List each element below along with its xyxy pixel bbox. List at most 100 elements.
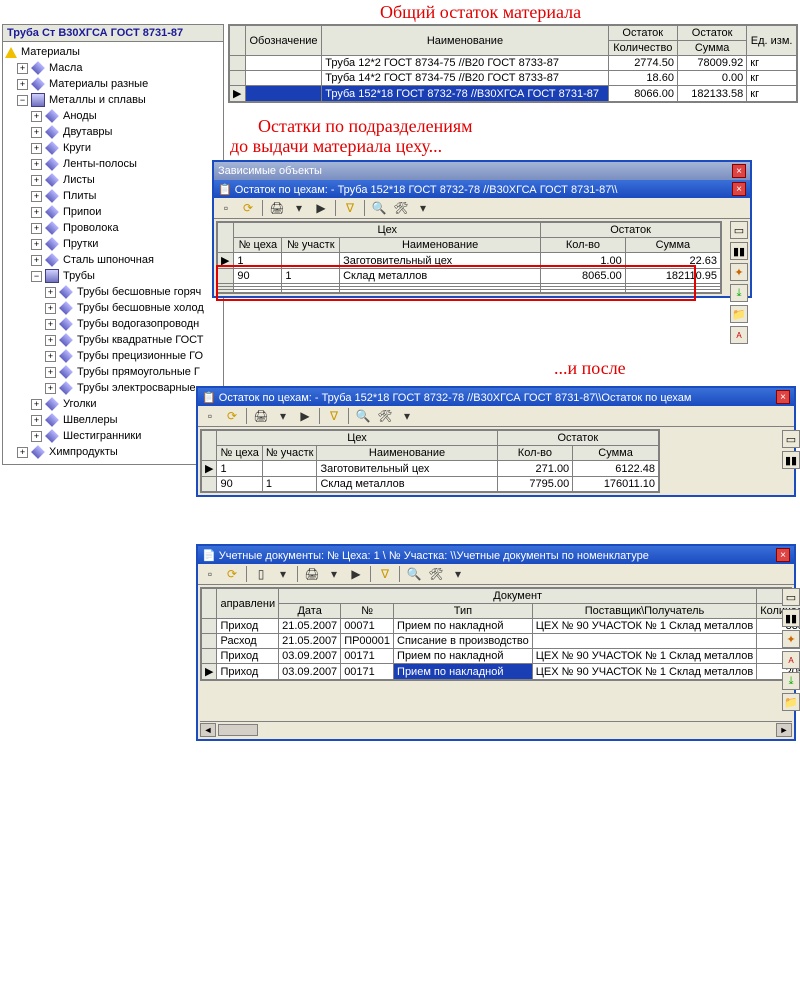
tools-icon[interactable]: 🛠 [393,200,409,216]
close-icon[interactable]: × [732,164,746,178]
dropdown-icon[interactable]: ▾ [450,566,466,582]
tree-item[interactable]: +Шестигранники [3,428,223,444]
tree-item[interactable]: +Трубы прямоугольные Г [3,364,223,380]
abc-icon[interactable]: A [730,326,748,344]
card-icon[interactable]: ▭ [730,221,748,239]
tree-item[interactable]: +Проволока [3,220,223,236]
dept-grid-after[interactable]: Цех Остаток № цеха № участк Наименование… [200,429,660,493]
xml-icon[interactable]: ✦ [730,263,748,281]
col-qty[interactable]: Количество [608,41,677,56]
refresh-icon[interactable]: ⟳ [240,200,256,216]
tree-item[interactable]: +Круги [3,140,223,156]
tree-item[interactable]: +Сталь шпоночная [3,252,223,268]
dropdown-icon[interactable]: ▾ [291,200,307,216]
nav-icon[interactable]: ▫ [202,566,218,582]
tree-item[interactable]: +Швеллеры [3,412,223,428]
barcode-icon[interactable]: ▮▮ [782,609,800,627]
scroll-thumb[interactable] [218,724,258,736]
dropdown-icon[interactable]: ▾ [415,200,431,216]
materials-tree[interactable]: Материалы +Масла +Материалы разные −Мета… [3,42,223,464]
tree-item[interactable]: +Аноды [3,108,223,124]
tree-item[interactable]: +Химпродукты [3,444,223,460]
close-icon[interactable]: × [776,548,790,562]
tree-item-metals[interactable]: −Металлы и сплавы [3,92,223,108]
col-sum[interactable]: Сумма [677,41,746,56]
tools-icon[interactable]: 🛠 [377,408,393,424]
tools-icon[interactable]: 🛠 [428,566,444,582]
nav-icon[interactable]: ▫ [202,408,218,424]
table-row-selected[interactable]: ▶ Труба 152*18 ГОСТ 8732-78 //В30ХГСА ГО… [230,86,797,102]
barcode-icon[interactable]: ▮▮ [782,451,800,469]
filter-icon[interactable]: ∇ [326,408,342,424]
tree-item[interactable]: +Трубы водогазопроводн [3,316,223,332]
print-icon[interactable]: 🖨 [304,566,320,582]
abc-icon[interactable]: A [782,651,800,669]
col-stock[interactable]: Остаток [608,26,677,41]
export-icon[interactable]: ⤓ [730,284,748,302]
tree-root[interactable]: Материалы [3,44,223,60]
table-row[interactable]: Приход 03.09.2007 00171 Прием по накладн… [202,649,800,664]
export-icon[interactable]: ⤓ [782,672,800,690]
table-row[interactable]: Труба 12*2 ГОСТ 8734-75 //В20 ГОСТ 8733-… [230,56,797,71]
scroll-right-icon[interactable]: ► [776,723,792,737]
tree-item[interactable]: +Уголки [3,396,223,412]
tree-item[interactable]: +Трубы электросварные [3,380,223,396]
play-icon[interactable]: ▶ [297,408,313,424]
binoculars-icon[interactable]: 🔍 [371,200,387,216]
table-row[interactable]: Расход 21.05.2007 ПР00001 Списание в про… [202,634,800,649]
xml-icon[interactable]: ✦ [782,630,800,648]
folder-icon[interactable]: 📁 [782,693,800,711]
nav-icon[interactable]: ▫ [218,200,234,216]
barcode-icon[interactable]: ▮▮ [730,242,748,260]
print-icon[interactable]: 🖨 [253,408,269,424]
table-row[interactable]: ▶ 1 Заготовительный цех 271.00 6122.48 [202,461,659,477]
tree-item[interactable]: +Масла [3,60,223,76]
filter-icon[interactable]: ∇ [377,566,393,582]
dropdown-icon[interactable]: ▾ [326,566,342,582]
table-row[interactable]: ▶ Приход 03.09.2007 00171 Прием по накла… [202,664,800,680]
tree-item[interactable]: +Прутки [3,236,223,252]
col-unit[interactable]: Ед. изм. [747,26,797,56]
dropdown-icon[interactable]: ▾ [399,408,415,424]
tree-item[interactable]: +Листы [3,172,223,188]
filter-icon[interactable]: ∇ [342,200,358,216]
stock-grid[interactable]: Обозначение Наименование Остаток Остаток… [228,24,798,103]
close-icon[interactable]: × [732,182,746,196]
binoculars-icon[interactable]: 🔍 [355,408,371,424]
win-title[interactable]: 📄 Учетные документы: № Цеха: 1 \ № Участ… [198,546,794,564]
card-icon[interactable]: ▭ [782,588,800,606]
docs-grid[interactable]: аправлени Документ Приход Дата № Тип Пос… [200,587,792,681]
win-title-inner[interactable]: 📋 Остаток по цехам: - Труба 152*18 ГОСТ … [214,180,750,198]
dropdown-icon[interactable]: ▾ [275,566,291,582]
play-icon[interactable]: ▶ [313,200,329,216]
tree-item-pipes[interactable]: −Трубы [3,268,223,284]
doc-icon[interactable]: ▯ [253,566,269,582]
tree-item[interactable]: +Трубы прецизионные ГО [3,348,223,364]
tree-item[interactable]: +Двутавры [3,124,223,140]
card-icon[interactable]: ▭ [782,430,800,448]
table-row[interactable]: 90 1 Склад металлов 7795.00 176011.10 [202,477,659,492]
tree-item[interactable]: +Плиты [3,188,223,204]
horizontal-scrollbar[interactable]: ◄ ► [200,721,792,737]
dropdown-icon[interactable]: ▾ [275,408,291,424]
win-title[interactable]: 📋 Остаток по цехам: - Труба 152*18 ГОСТ … [198,388,794,406]
tree-item[interactable]: +Трубы квадратные ГОСТ [3,332,223,348]
play-icon[interactable]: ▶ [348,566,364,582]
tree-item[interactable]: +Трубы бесшовные холод [3,300,223,316]
dept-grid[interactable]: Цех Остаток № цеха № участк Наименование… [216,221,722,294]
refresh-icon[interactable]: ⟳ [224,408,240,424]
scroll-left-icon[interactable]: ◄ [200,723,216,737]
col-designation[interactable]: Обозначение [245,26,322,56]
win-title-outer[interactable]: Зависимые объекты × [214,162,750,180]
print-icon[interactable]: 🖨 [269,200,285,216]
tree-item[interactable]: +Ленты-полосы [3,156,223,172]
col-stock[interactable]: Остаток [677,26,746,41]
table-row[interactable]: 90 1 Склад металлов 8065.00 182110.95 [218,269,721,284]
folder-icon[interactable]: 📁 [730,305,748,323]
tree-item[interactable]: +Трубы бесшовные горяч [3,284,223,300]
col-name[interactable]: Наименование [322,26,608,56]
binoculars-icon[interactable]: 🔍 [406,566,422,582]
close-icon[interactable]: × [776,390,790,404]
tree-item[interactable]: +Припои [3,204,223,220]
tree-item[interactable]: +Материалы разные [3,76,223,92]
